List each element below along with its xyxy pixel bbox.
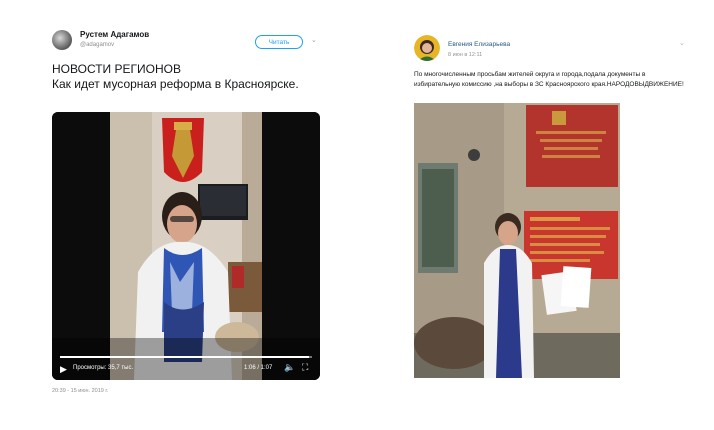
chevron-down-icon[interactable]: ⌄ [679, 39, 685, 47]
tweet-author-avatar[interactable] [52, 30, 72, 50]
vk-author-avatar[interactable] [414, 35, 440, 61]
vk-post-date[interactable]: 8 июн в 12:11 [448, 52, 482, 58]
video-progress-fill [60, 356, 310, 358]
sound-icon[interactable]: 🔈 [284, 362, 295, 373]
vk-author-name[interactable]: Евгения Елизарьева [448, 41, 510, 48]
vk-post-photo[interactable] [414, 103, 620, 378]
photo-image [414, 103, 620, 378]
play-icon[interactable]: ▶ [60, 364, 67, 375]
video-views: Просмотры: 35,7 тыс. [73, 365, 134, 371]
follow-button[interactable]: Читать [255, 35, 303, 49]
tweet-author-name[interactable]: Рустем Адагамов [80, 30, 149, 39]
avatar-image [414, 35, 440, 61]
vk-post-text: По многочисленным просьбам жителей округ… [414, 71, 684, 88]
video-progress-bar[interactable] [60, 356, 312, 358]
tweet-author-handle[interactable]: @adagamov [80, 42, 114, 48]
tweet-body: Как идет мусорная реформа в Красноярске. [52, 77, 299, 91]
fullscreen-icon[interactable]: ⛶ [302, 362, 308, 373]
chevron-down-icon[interactable]: ⌄ [311, 36, 317, 44]
tweet-timestamp[interactable]: 20:39 - 15 июн. 2019 г. [52, 388, 108, 394]
tweet-headline: НОВОСТИ РЕГИОНОВ [52, 62, 181, 76]
tweet-video[interactable] [52, 112, 320, 380]
video-time: 1:06 / 1:07 [244, 365, 273, 371]
video-frame [52, 112, 320, 380]
